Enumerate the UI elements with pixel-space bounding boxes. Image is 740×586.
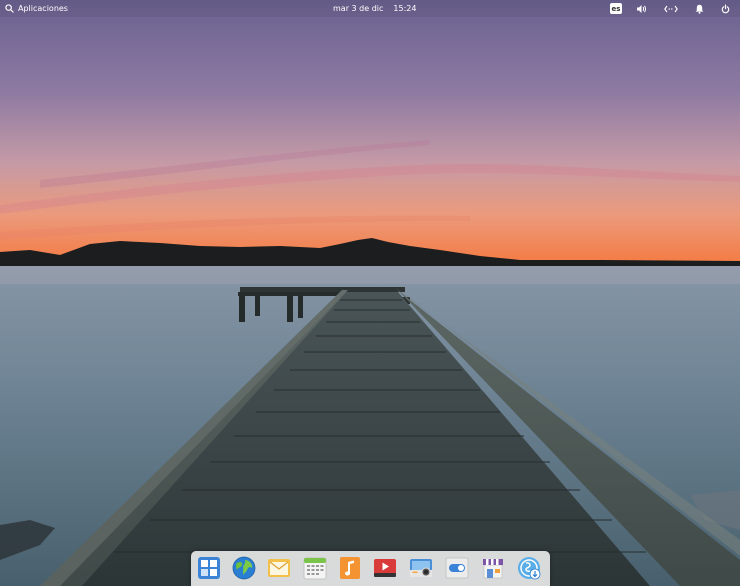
search-icon [5,4,14,13]
system-settings-icon [445,557,469,579]
volume-indicator[interactable] [634,0,650,17]
keyboard-layout-label: es [610,3,622,14]
dock-item-music[interactable] [338,556,362,580]
volume-icon [637,4,647,13]
appcenter-icon [483,559,503,579]
installer-icon [518,557,541,580]
keyboard-layout-indicator[interactable]: es [609,0,623,17]
notifications-icon [695,4,703,14]
applications-menu-button[interactable]: Aplicaciones [5,0,68,17]
dock [191,551,550,586]
date-label: mar 3 de dic [333,4,384,13]
dock-item-videos[interactable] [373,556,397,580]
dock-item-calendar[interactable] [303,556,327,580]
date-time-indicator[interactable]: mar 3 de dic 15:24 [333,0,416,17]
dock-item-installer[interactable] [517,556,541,580]
desktop[interactable]: Aplicaciones mar 3 de dic 15:24 es [0,0,740,586]
network-indicator[interactable] [662,0,680,17]
photos-icon [410,559,432,577]
dock-item-mail[interactable] [267,556,291,580]
power-icon [721,3,729,13]
wallpaper [0,0,740,586]
web-browser-icon [232,556,256,580]
top-panel: Aplicaciones mar 3 de dic 15:24 es [0,0,740,17]
notifications-indicator[interactable] [692,0,706,17]
dock-item-multitasking-view[interactable] [197,556,221,580]
dock-item-photos[interactable] [409,556,433,580]
dock-item-system-settings[interactable] [445,556,469,580]
dock-item-appcenter[interactable] [481,556,505,580]
videos-icon [374,559,396,577]
dock-item-web-browser[interactable] [232,556,256,580]
music-icon [340,557,360,579]
network-icon [664,5,678,12]
calendar-icon [303,557,327,580]
applications-label: Aplicaciones [18,4,68,13]
time-label: 15:24 [393,4,417,13]
mail-icon [268,559,290,577]
power-indicator[interactable] [718,0,732,17]
multitasking-view-icon [198,557,220,579]
